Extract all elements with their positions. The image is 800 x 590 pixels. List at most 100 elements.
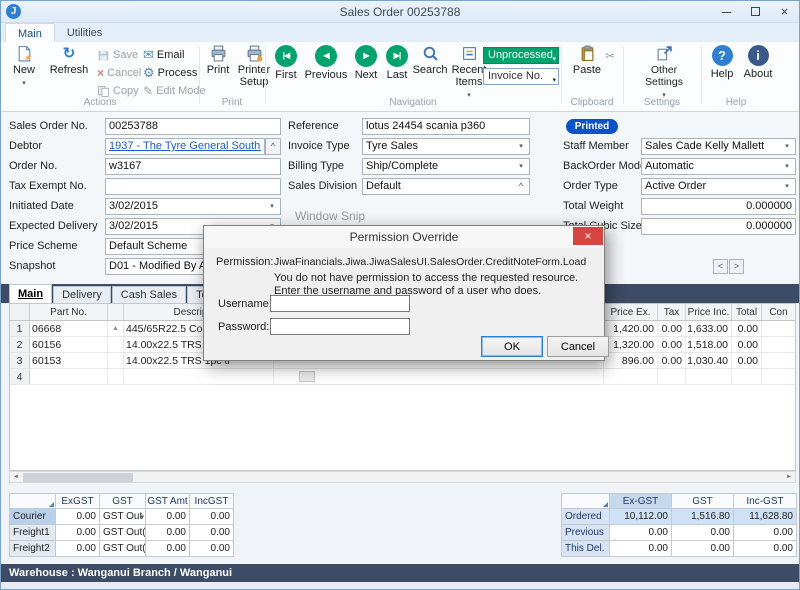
freight-gst-amt-cell[interactable]: 0.00 (146, 509, 190, 525)
snapshot-next-button[interactable]: > (729, 259, 744, 274)
printer-setup-button[interactable]: Printer Setup (235, 45, 273, 88)
col-header-price-inc[interactable]: Price Inc. (686, 304, 732, 320)
row-number-cell[interactable]: 4 (10, 369, 30, 384)
freight-col-gst-amt[interactable]: GST Amt (146, 494, 190, 509)
part-no-cell[interactable]: 60156 (30, 337, 108, 352)
next-button[interactable]: ▶ Next (351, 45, 381, 81)
initiated-date-picker[interactable]: 3/02/2015▾ (105, 198, 281, 215)
part-no-cell[interactable]: 06668 (30, 321, 108, 336)
con-cell[interactable] (762, 353, 795, 368)
paste-button[interactable]: Paste (569, 45, 605, 76)
col-header-icon[interactable] (108, 304, 124, 320)
first-button[interactable]: |◀ First (271, 45, 301, 81)
freight-corner-cell[interactable] (10, 494, 56, 509)
grid-horizontal-scrollbar[interactable]: ◄ ► (9, 471, 796, 483)
debtor-link[interactable]: 1937 - The Tyre General South Canterbury (109, 139, 261, 154)
cut-button[interactable]: ✂ (605, 48, 615, 64)
previous-button[interactable]: ◀ Previous (303, 45, 349, 81)
total-cell[interactable]: 0.00 (732, 337, 762, 352)
totals-exgst-cell[interactable]: 0.00 (610, 525, 672, 541)
search-button[interactable]: Search (413, 45, 447, 76)
tax-cell[interactable]: 0.00 (658, 353, 686, 368)
freight-gst-cell[interactable]: GST Out(15%) (100, 525, 146, 541)
about-button[interactable]: i About (741, 45, 775, 80)
ribbon-tab-main[interactable]: Main (5, 23, 55, 42)
tax-exempt-no-field[interactable] (105, 178, 281, 195)
tax-cell[interactable]: 0.00 (658, 321, 686, 336)
detail-tab-delivery[interactable]: Delivery (53, 286, 111, 303)
email-button[interactable]: ✉ Email (143, 47, 184, 63)
price-ex-cell[interactable] (604, 369, 658, 384)
ok-button[interactable]: OK (481, 336, 543, 357)
debtor-field[interactable]: 1937 - The Tyre General South Canterbury (105, 138, 265, 155)
freight-row-courier[interactable]: Courier 0.00 GST Out▾ 0.00 0.00 (10, 509, 234, 525)
freight-incgst-cell[interactable]: 0.00 (190, 541, 234, 557)
totals-exgst-cell[interactable]: 10,112.00 (610, 509, 672, 525)
freight-col-incgst[interactable]: IncGST (190, 494, 234, 509)
maximize-button[interactable] (741, 1, 770, 22)
debtor-expand-button[interactable]: ^ (265, 138, 281, 155)
description-cell[interactable] (124, 369, 274, 384)
price-inc-cell[interactable] (686, 369, 732, 384)
tax-cell[interactable]: 0.00 (658, 337, 686, 352)
order-type-combo[interactable]: Active Order▾ (641, 178, 796, 195)
save-button[interactable]: Save (97, 47, 138, 63)
part-no-cell[interactable]: 60153 (30, 353, 108, 368)
col-header-tax[interactable]: Tax (658, 304, 686, 320)
totals-col-exgst[interactable]: Ex-GST (610, 494, 672, 509)
totals-gst-cell[interactable]: 0.00 (672, 541, 734, 557)
price-ex-cell[interactable]: 1,420.00 (604, 321, 658, 336)
total-cell[interactable] (732, 369, 762, 384)
help-button[interactable]: ? Help (707, 45, 737, 80)
col-header-total[interactable]: Total (732, 304, 762, 320)
total-weight-field[interactable]: 0.000000 (641, 198, 796, 215)
row-number-cell[interactable]: 2 (10, 337, 30, 352)
freight-row-freight1[interactable]: Freight1 0.00 GST Out(15%) 0.00 0.00 (10, 525, 234, 541)
con-cell[interactable] (762, 321, 795, 336)
tax-cell[interactable] (658, 369, 686, 384)
billing-type-combo[interactable]: Ship/Complete▾ (362, 158, 530, 175)
password-input[interactable] (270, 318, 410, 335)
reference-field[interactable]: lotus 24454 scania p360 (362, 118, 530, 135)
search-by-combo[interactable]: Invoice No. ▾ (483, 68, 559, 85)
totals-row-this-del[interactable]: This Del. 0.00 0.00 0.00 (562, 541, 797, 557)
freight-row-freight2[interactable]: Freight2 0.00 GST Out(15%) 0.00 0.00 (10, 541, 234, 557)
scrollbar-thumb[interactable] (23, 473, 133, 482)
freight-row-label[interactable]: Courier (10, 509, 56, 525)
scroll-right-arrow[interactable]: ► (783, 474, 795, 480)
price-inc-cell[interactable]: 1,518.00 (686, 337, 732, 352)
freight-gst-amt-cell[interactable]: 0.00 (146, 525, 190, 541)
grid-corner-cell[interactable] (10, 304, 30, 320)
sales-order-no-field[interactable]: 00253788 (105, 118, 281, 135)
total-cell[interactable]: 0.00 (732, 353, 762, 368)
username-input[interactable] (270, 295, 410, 312)
cancel-button-ribbon[interactable]: × Cancel (97, 65, 141, 81)
freight-col-exgst[interactable]: ExGST (56, 494, 100, 509)
sales-division-combo[interactable]: Default^ (362, 178, 530, 195)
col-header-con[interactable]: Con (762, 304, 795, 320)
grid-row-4[interactable]: 4 (10, 369, 795, 385)
detail-tab-cash-sales[interactable]: Cash Sales (112, 286, 186, 303)
staff-member-combo[interactable]: Sales Cade Kelly Mallett▾ (641, 138, 796, 155)
freight-gst-amt-cell[interactable]: 0.00 (146, 541, 190, 557)
status-filter-combo[interactable]: Unprocessed ▾ (483, 47, 559, 64)
ribbon-tab-utilities[interactable]: Utilities (55, 23, 114, 42)
freight-gst-cell[interactable]: GST Out(15%) (100, 541, 146, 557)
totals-incgst-cell[interactable]: 0.00 (734, 525, 797, 541)
totals-gst-cell[interactable]: 1,516.80 (672, 509, 734, 525)
totals-col-incgst[interactable]: Inc-GST (734, 494, 797, 509)
con-cell[interactable] (762, 369, 795, 384)
totals-incgst-cell[interactable]: 0.00 (734, 541, 797, 557)
totals-corner-cell[interactable] (562, 494, 610, 509)
row-number-cell[interactable]: 1 (10, 321, 30, 336)
order-no-field[interactable]: w3167 (105, 158, 281, 175)
total-cubic-size-field[interactable]: 0.000000 (641, 218, 796, 235)
price-ex-cell[interactable]: 1,320.00 (604, 337, 658, 352)
totals-col-gst[interactable]: GST (672, 494, 734, 509)
process-button[interactable]: ⚙ Process (143, 65, 197, 81)
totals-exgst-cell[interactable]: 0.00 (610, 541, 672, 557)
price-ex-cell[interactable]: 896.00 (604, 353, 658, 368)
cell-button[interactable] (299, 371, 315, 382)
con-cell[interactable] (762, 337, 795, 352)
totals-incgst-cell[interactable]: 11,628.80 (734, 509, 797, 525)
